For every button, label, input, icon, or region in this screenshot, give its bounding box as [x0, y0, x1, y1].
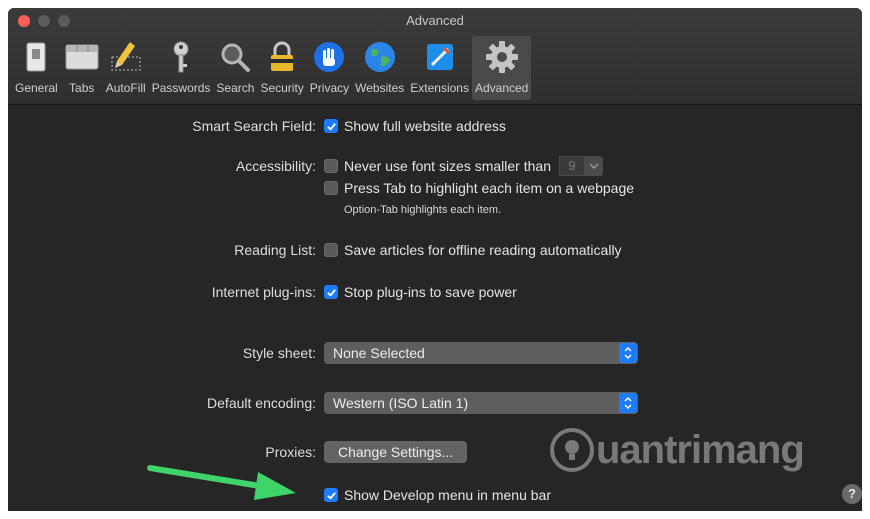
- plugins-option-text: Stop plug-ins to save power: [344, 284, 517, 300]
- encoding-label: Default encoding:: [207, 395, 316, 411]
- tab-label: Security: [260, 81, 304, 95]
- tab-label: Search: [216, 81, 255, 95]
- tab-label: Tabs: [69, 81, 95, 95]
- tab-label: Passwords: [151, 81, 211, 95]
- updown-chevron-icon: [619, 393, 637, 413]
- encoding-popup[interactable]: Western (ISO Latin 1): [324, 392, 638, 414]
- tab-label: Privacy: [309, 81, 350, 95]
- preferences-toolbar: General Tabs AutoFill Passwords Search S…: [12, 36, 532, 100]
- updown-chevron-icon: [619, 343, 637, 363]
- option-tab-note: Option-Tab highlights each item.: [344, 204, 502, 216]
- press-tab-checkbox[interactable]: [324, 181, 338, 195]
- tab-passwords[interactable]: Passwords: [149, 36, 214, 100]
- tab-extensions[interactable]: Extensions: [407, 36, 472, 100]
- tab-websites[interactable]: Websites: [352, 36, 407, 100]
- watermark-text: uantrimang: [596, 427, 805, 472]
- min-font-size-value: 9: [558, 156, 585, 176]
- tab-label: General: [15, 81, 58, 95]
- reading-list-option-text: Save articles for offline reading automa…: [344, 242, 622, 258]
- tab-label: Websites: [355, 81, 405, 95]
- magnifier-icon: [221, 43, 251, 72]
- press-tab-option-text: Press Tab to highlight each item on a we…: [344, 180, 635, 196]
- title-bar: Advanced General Tabs AutoFill Passwords…: [8, 8, 862, 105]
- tab-privacy[interactable]: Privacy: [307, 36, 352, 100]
- reading-list-label: Reading List:: [234, 242, 316, 258]
- globe-icon: [364, 42, 395, 72]
- hand-icon: [314, 42, 345, 72]
- min-font-size-select[interactable]: 9: [558, 156, 603, 176]
- plugins-label: Internet plug-ins:: [211, 284, 316, 300]
- tab-tabs[interactable]: Tabs: [61, 36, 103, 100]
- reading-list-checkbox[interactable]: [324, 243, 338, 257]
- smart-search-label: Smart Search Field:: [192, 118, 316, 134]
- press-tab-option[interactable]: Press Tab to highlight each item on a we…: [324, 180, 634, 196]
- checkmark-icon: [326, 122, 336, 131]
- smart-search-option[interactable]: Show full website address: [324, 118, 506, 134]
- chevron-down-icon: [584, 156, 603, 176]
- key-icon: [173, 41, 189, 73]
- plugins-checkbox[interactable]: [324, 285, 338, 299]
- tabs-icon: [65, 44, 99, 70]
- general-switch-icon: [26, 42, 46, 72]
- green-arrow-icon: [147, 465, 296, 500]
- min-font-size-option-text: Never use font sizes smaller than: [344, 158, 551, 174]
- preferences-window: Advanced General Tabs AutoFill Passwords…: [8, 8, 862, 511]
- autofill-pencil-icon: [111, 42, 141, 71]
- help-button[interactable]: ?: [842, 484, 862, 504]
- develop-menu-option[interactable]: Show Develop menu in menu bar: [324, 487, 551, 503]
- style-sheet-label: Style sheet:: [242, 345, 316, 361]
- tab-label: Extensions: [410, 81, 469, 95]
- plugins-option[interactable]: Stop plug-ins to save power: [324, 284, 517, 300]
- gear-icon: [485, 41, 518, 73]
- develop-menu-option-text: Show Develop menu in menu bar: [344, 487, 552, 503]
- window-title: Advanced: [406, 13, 464, 28]
- min-font-size-option[interactable]: Never use font sizes smaller than 9: [324, 156, 603, 176]
- checkmark-icon: [326, 491, 336, 500]
- develop-menu-checkbox[interactable]: [324, 488, 338, 502]
- min-font-size-checkbox[interactable]: [324, 159, 338, 173]
- checkmark-icon: [326, 288, 336, 297]
- tab-security[interactable]: Security: [257, 36, 306, 100]
- tab-general[interactable]: General: [12, 36, 61, 100]
- tab-advanced[interactable]: Advanced: [471, 36, 532, 100]
- style-sheet-value: None Selected: [333, 345, 425, 361]
- accessibility-label: Accessibility:: [235, 158, 316, 174]
- tab-label: AutoFill: [105, 81, 146, 95]
- tab-label: Advanced: [474, 81, 529, 95]
- smart-search-checkbox[interactable]: [324, 119, 338, 133]
- encoding-value: Western (ISO Latin 1): [333, 395, 469, 411]
- padlock-icon: [271, 41, 294, 71]
- style-sheet-popup[interactable]: None Selected: [324, 342, 638, 364]
- watermark: uantrimang: [548, 426, 805, 474]
- smart-search-option-text: Show full website address: [344, 118, 506, 134]
- tab-autofill[interactable]: AutoFill: [103, 36, 149, 100]
- tab-search[interactable]: Search: [213, 36, 257, 100]
- change-settings-button[interactable]: Change Settings...: [324, 441, 468, 463]
- puzzle-icon: [426, 44, 453, 70]
- lightbulb-logo-icon: [550, 428, 594, 472]
- reading-list-option[interactable]: Save articles for offline reading automa…: [324, 242, 622, 258]
- proxies-label: Proxies:: [265, 444, 316, 460]
